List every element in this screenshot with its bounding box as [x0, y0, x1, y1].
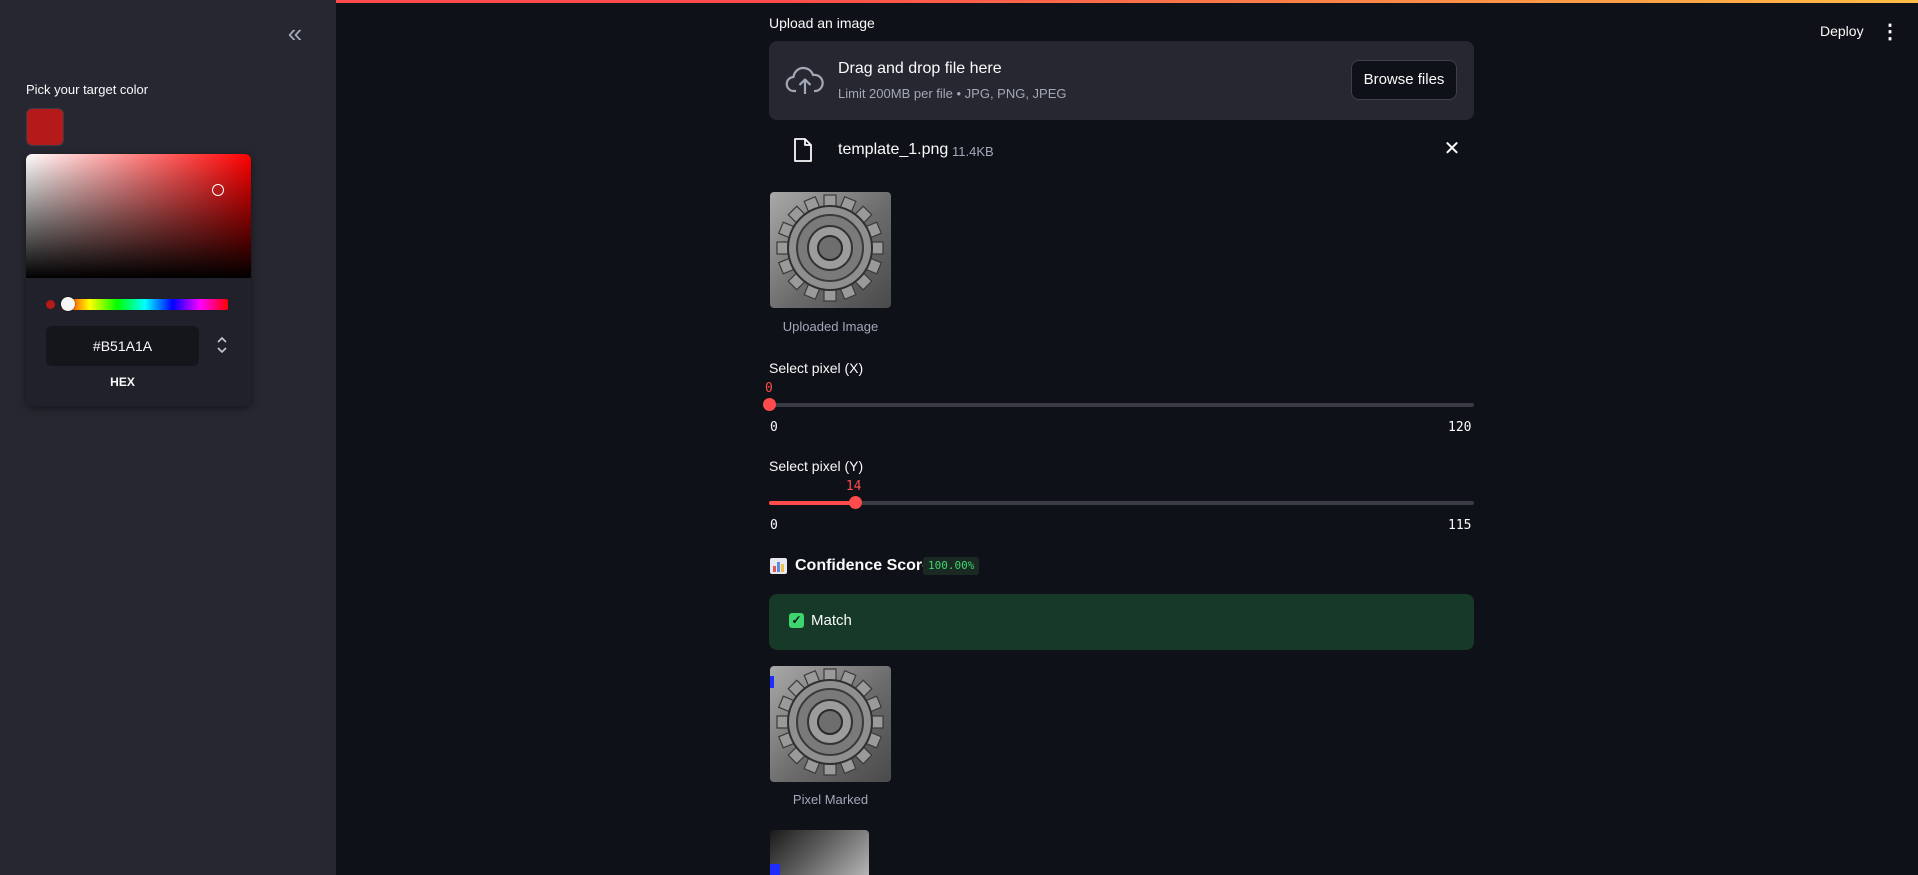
file-size: 11.4KB [952, 144, 994, 159]
confidence-title: Confidence Score: [795, 557, 937, 574]
hex-format-label: HEX [110, 375, 135, 389]
marked-pixel [770, 676, 774, 688]
sidebar: « Pick your target color #B51A1A HEX [0, 0, 336, 875]
cropped-result-image [770, 830, 869, 875]
hue-slider[interactable] [62, 299, 228, 310]
color-swatch-button[interactable] [26, 108, 64, 146]
dropzone-title: Drag and drop file here [838, 60, 1002, 77]
browse-files-button[interactable]: Browse files [1351, 60, 1457, 100]
slider-y-max: 115 [1448, 518, 1472, 533]
dropzone-subtitle: Limit 200MB per file • JPG, PNG, JPEG [838, 86, 1067, 101]
slider-x-min: 0 [770, 420, 778, 435]
match-message: Match [811, 612, 852, 629]
slider-y-label: Select pixel (Y) [769, 458, 864, 474]
color-picker-label: Pick your target color [26, 82, 149, 97]
confidence-value: 100.00% [923, 557, 980, 575]
uploader-label: Upload an image [769, 15, 875, 31]
saturation-area[interactable] [26, 154, 251, 278]
double-chevron-left-icon[interactable]: « [280, 20, 310, 46]
file-name: template_1.png [838, 141, 949, 158]
bar-chart-icon [770, 558, 787, 574]
file-icon [793, 137, 813, 163]
slider-y-fill [769, 501, 855, 505]
saturation-pointer[interactable] [212, 184, 224, 196]
uploaded-image-caption: Uploaded Image [782, 319, 879, 334]
slider-x-max: 120 [1448, 420, 1472, 435]
remove-file-close-icon[interactable]: ✕ [1441, 138, 1463, 160]
slider-x-value: 0 [765, 381, 773, 396]
check-icon: ✓ [789, 613, 804, 628]
slider-y-min: 0 [770, 518, 778, 533]
current-color-dot [46, 300, 55, 309]
file-dropzone[interactable]: Drag and drop file here Limit 200MB per … [769, 41, 1474, 120]
uploaded-gear-image [770, 192, 891, 308]
color-picker-panel: #B51A1A HEX [26, 154, 251, 406]
deploy-button[interactable]: Deploy [1820, 23, 1864, 39]
vertical-ellipsis-icon[interactable]: ⋮ [1880, 20, 1900, 44]
slider-x-thumb[interactable] [763, 398, 776, 411]
slider-x-track[interactable] [769, 403, 1474, 407]
pixel-marked-caption: Pixel Marked [792, 792, 869, 807]
slider-y-thumb[interactable] [848, 496, 862, 509]
up-down-chevron-icon[interactable] [212, 334, 232, 360]
match-success-alert: ✓ Match [769, 594, 1474, 650]
slider-y-value: 14 [845, 479, 862, 494]
cloud-upload-icon [785, 65, 825, 97]
slider-x-label: Select pixel (X) [769, 360, 864, 376]
pixel-marked-gear-image [770, 666, 891, 782]
hex-input[interactable]: #B51A1A [46, 326, 199, 366]
hue-slider-thumb[interactable] [61, 297, 75, 311]
uploaded-file-row: template_1.png 11.4KB ✕ [769, 132, 1474, 170]
slider-y-track[interactable] [769, 501, 1474, 505]
